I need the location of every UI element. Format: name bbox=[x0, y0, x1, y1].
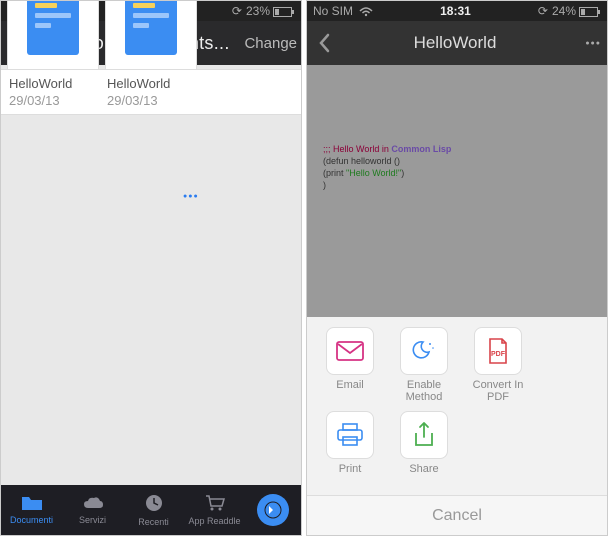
files-background: HelloWorld 29/03/13 HelloWorld 29/03/13 bbox=[1, 69, 301, 115]
code-lang: Common Lisp bbox=[389, 144, 452, 154]
action-enable-method[interactable]: Enable Method bbox=[389, 327, 459, 403]
document-icon bbox=[27, 0, 79, 55]
battery-pct: 24% bbox=[552, 4, 576, 18]
action-label: Print bbox=[339, 463, 362, 487]
phone-right: No SIM 18:31 ⟳ 24% HelloWorld ●●● ;;; He… bbox=[306, 0, 608, 536]
action-label: Share bbox=[409, 463, 438, 487]
cancel-button[interactable]: Cancel bbox=[307, 495, 607, 535]
code-text: helloworld () bbox=[349, 156, 401, 166]
tab-label: Documenti bbox=[10, 515, 53, 525]
file-item[interactable]: HelloWorld 29/03/13 bbox=[7, 0, 99, 112]
carrier-label: No SIM bbox=[313, 4, 353, 18]
pdf-icon: PDF bbox=[474, 327, 522, 375]
status-bar: No SIM 18:31 ⟳ 24% bbox=[307, 1, 607, 21]
code-comment: ;;; Hello World in bbox=[323, 144, 389, 154]
tab-browser[interactable] bbox=[245, 485, 301, 535]
tab-recents[interactable]: Recenti bbox=[123, 485, 184, 535]
code-text: ) bbox=[323, 180, 326, 190]
tab-documents[interactable]: Documenti bbox=[1, 485, 62, 535]
tab-readdle[interactable]: App Readdle bbox=[184, 485, 245, 535]
tab-services[interactable]: Servizi bbox=[62, 485, 123, 535]
tab-bar: Documenti Servizi Recenti App Readdle bbox=[1, 485, 301, 535]
compass-icon bbox=[257, 494, 289, 526]
action-label: Convert In PDF bbox=[463, 379, 533, 403]
phone-left: No SIM 18:31 ⟳ 23% Hello Worl Documents.… bbox=[0, 0, 302, 536]
clock-icon bbox=[144, 493, 164, 515]
sync-icon: ⟳ bbox=[232, 4, 242, 18]
cart-icon bbox=[204, 494, 226, 514]
action-print[interactable]: Print bbox=[315, 411, 385, 487]
svg-text:PDF: PDF bbox=[491, 351, 506, 358]
sync-icon: ⟳ bbox=[538, 4, 548, 18]
code-text: ) bbox=[401, 168, 404, 178]
action-share[interactable]: Share bbox=[389, 411, 459, 487]
change-button[interactable]: Change bbox=[244, 35, 297, 52]
nav-header: HelloWorld ●●● bbox=[307, 21, 607, 65]
page-title: HelloWorld bbox=[335, 33, 575, 53]
code-string: "Hello World!" bbox=[346, 168, 401, 178]
battery-pct: 23% bbox=[246, 4, 270, 18]
file-name: HelloWorld bbox=[7, 70, 99, 93]
action-email[interactable]: Email bbox=[315, 327, 385, 403]
file-date: 29/03/13 bbox=[7, 93, 99, 112]
battery-icon bbox=[579, 4, 601, 18]
action-label: Enable Method bbox=[389, 379, 459, 403]
tab-label: App Readdle bbox=[188, 516, 240, 526]
clock: 18:31 bbox=[373, 4, 538, 18]
wifi-icon bbox=[359, 4, 373, 18]
moon-icon bbox=[400, 327, 448, 375]
battery-icon bbox=[273, 4, 295, 18]
file-thumbnail bbox=[105, 0, 197, 70]
share-icon bbox=[400, 411, 448, 459]
more-button[interactable]: ●●● bbox=[575, 40, 601, 47]
back-button[interactable] bbox=[313, 33, 335, 53]
code-keyword: (defun bbox=[323, 156, 349, 166]
cloud-icon bbox=[82, 495, 104, 513]
tab-label: Servizi bbox=[79, 515, 106, 525]
document-icon bbox=[125, 0, 177, 55]
action-sheet: Email Enable Method PDF Convert In PDF P… bbox=[307, 317, 607, 535]
printer-icon bbox=[326, 411, 374, 459]
action-convert-pdf[interactable]: PDF Convert In PDF bbox=[463, 327, 533, 403]
file-date: 29/03/13 bbox=[105, 93, 197, 112]
file-name: HelloWorld bbox=[105, 70, 197, 93]
email-icon bbox=[326, 327, 374, 375]
file-thumbnail bbox=[7, 0, 99, 70]
more-options-button[interactable]: ●●● bbox=[183, 193, 199, 200]
code-text: (print bbox=[323, 168, 346, 178]
action-label: Email bbox=[336, 379, 364, 403]
tab-label: Recenti bbox=[138, 517, 169, 527]
file-item[interactable]: HelloWorld 29/03/13 bbox=[105, 0, 197, 112]
folder-icon bbox=[21, 495, 43, 513]
